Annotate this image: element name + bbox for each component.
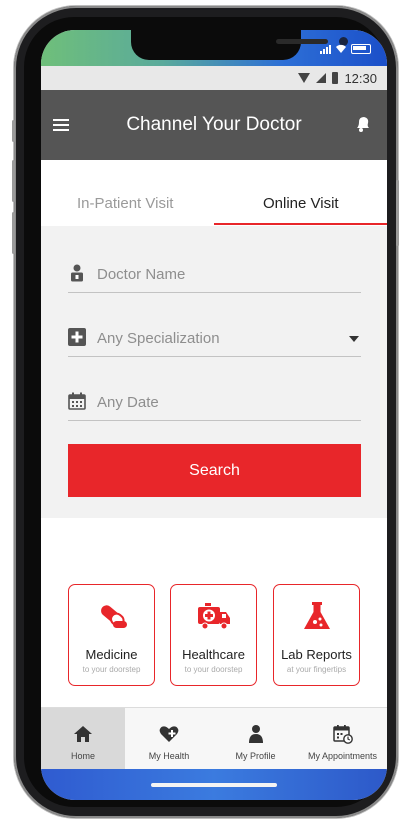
heart-plus-icon (159, 726, 179, 742)
person-icon (248, 725, 263, 743)
wifi-icon (298, 73, 311, 83)
home-indicator[interactable] (151, 783, 277, 787)
doctor-name-placeholder: Doctor Name (97, 266, 186, 283)
card-title: Lab Reports (281, 647, 352, 662)
specialization-placeholder: Any Specialization (97, 330, 220, 347)
battery-icon (351, 44, 371, 54)
nav-home[interactable]: Home (41, 708, 125, 770)
nav-label: My Appointments (307, 751, 378, 761)
medicine-card[interactable]: Medicine to your doorstep (68, 584, 155, 686)
search-form: Doctor Name Any Specialization Any Date … (41, 226, 387, 518)
search-button[interactable]: Search (68, 444, 361, 497)
medical-cross-icon (68, 328, 86, 346)
card-title: Healthcare (182, 647, 245, 662)
specialization-select[interactable]: Any Specialization (68, 324, 361, 357)
signal-icon (316, 73, 327, 83)
visit-tabs: In-Patient Visit Online Visit (41, 160, 387, 226)
ambulance-icon (197, 603, 230, 630)
battery-icon (332, 72, 339, 84)
bell-icon[interactable] (353, 114, 373, 134)
ios-status-icons (320, 44, 371, 54)
doctor-name-field[interactable]: Doctor Name (68, 260, 361, 293)
nav-my-health[interactable]: My Health (125, 708, 213, 770)
card-subtitle: to your doorstep (82, 665, 141, 674)
calendar-clock-icon (332, 725, 353, 744)
healthcare-card[interactable]: Healthcare to your doorstep (170, 584, 257, 686)
status-time: 12:30 (344, 70, 377, 86)
flask-icon (303, 602, 330, 629)
card-title: Medicine (85, 647, 138, 662)
phone-screen: 12:30 Channel Your Doctor In-Patient Vis… (41, 30, 387, 800)
active-tab-indicator (214, 223, 387, 225)
pill-icon (100, 605, 127, 628)
calendar-icon (68, 392, 86, 410)
home-icon (74, 726, 92, 742)
wifi-icon (336, 44, 346, 53)
volume-up-button (12, 160, 15, 202)
app-title: Channel Your Doctor (126, 114, 302, 135)
nav-label: My Profile (235, 751, 276, 761)
date-field[interactable]: Any Date (68, 388, 361, 421)
nav-my-appointments[interactable]: My Appointments (298, 708, 387, 770)
tab-in-patient-visit[interactable]: In-Patient Visit (77, 195, 173, 212)
card-subtitle: at your fingertips (286, 665, 347, 674)
power-button (396, 180, 399, 246)
home-indicator-area (41, 769, 387, 800)
chevron-down-icon (349, 336, 359, 342)
lab-reports-card[interactable]: Lab Reports at your fingertips (273, 584, 360, 686)
nav-label: My Health (148, 751, 190, 761)
doctor-icon (71, 264, 83, 282)
nav-my-profile[interactable]: My Profile (213, 708, 298, 770)
android-status-bar: 12:30 (41, 66, 387, 90)
mute-switch (12, 120, 15, 142)
notch (131, 30, 348, 60)
nav-label: Home (70, 751, 95, 761)
date-placeholder: Any Date (97, 394, 159, 411)
card-subtitle: to your doorstep (184, 665, 243, 674)
bottom-navigation: Home My Health My Profile My Appointment… (41, 707, 387, 770)
volume-down-button (12, 212, 15, 254)
tab-online-visit[interactable]: Online Visit (263, 195, 339, 212)
app-bar: Channel Your Doctor (41, 90, 387, 160)
cellular-signal-icon (320, 44, 331, 54)
